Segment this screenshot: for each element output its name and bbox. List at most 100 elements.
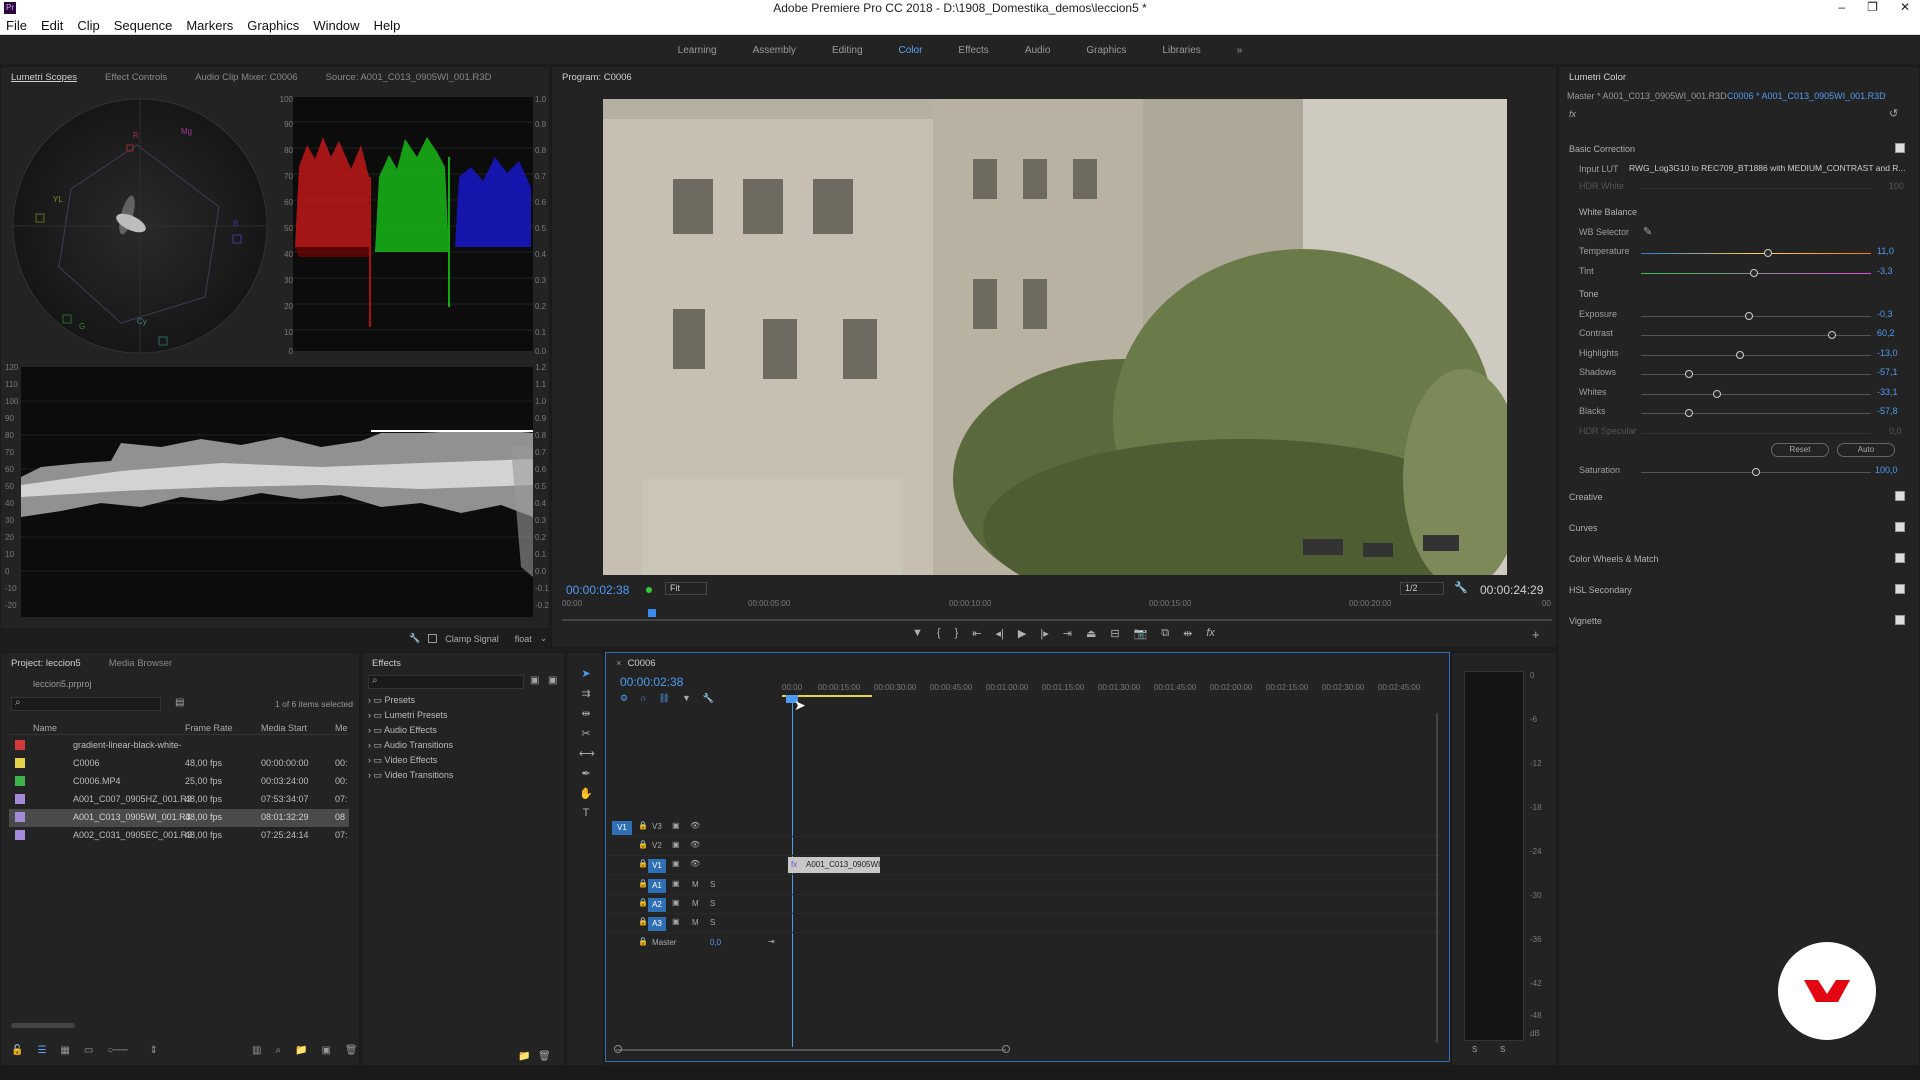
color-wheels-header[interactable]: Color Wheels & Match xyxy=(1569,554,1659,564)
contrast-knob[interactable] xyxy=(1827,331,1836,339)
zoom-scrollbar[interactable] xyxy=(562,619,1552,621)
tab-sequence[interactable]: C0006 xyxy=(628,658,656,669)
timeline-timecode[interactable]: 00:00:02:38 xyxy=(620,675,683,689)
close-icon[interactable]: ✕ xyxy=(1900,0,1910,14)
menu-window[interactable]: Window xyxy=(313,18,359,33)
track-label[interactable]: A3 xyxy=(648,917,666,931)
new-bin-icon[interactable]: ▤ xyxy=(175,697,184,708)
track-label[interactable]: V2 xyxy=(652,841,662,850)
new-item-icon[interactable]: ▣ xyxy=(321,1045,330,1056)
whites-value[interactable]: -33,1 xyxy=(1877,387,1898,397)
tab-source[interactable]: Source: A001_C013_0905WI_001.R3D xyxy=(326,72,492,83)
freeform-view-icon[interactable]: ▭ xyxy=(84,1045,93,1056)
tab-project[interactable]: Project: leccion5 xyxy=(11,658,81,669)
eye-icon[interactable]: 👁 xyxy=(690,859,700,868)
restore-icon[interactable]: ❐ xyxy=(1867,0,1878,14)
yuv-effects-icon[interactable]: ▣ xyxy=(548,675,557,686)
master-value[interactable]: 0,0 xyxy=(710,938,721,947)
go-to-end-icon[interactable]: ⇥ xyxy=(768,937,775,946)
tint-value[interactable]: -3,3 xyxy=(1877,266,1893,276)
add-marker-icon[interactable]: ▼ xyxy=(682,693,691,704)
column-media-end[interactable]: Me xyxy=(335,723,348,733)
menu-file[interactable]: File xyxy=(6,18,27,33)
highlights-value[interactable]: -13,0 xyxy=(1877,348,1898,358)
sort-icon[interactable]: ⇕ xyxy=(150,1045,158,1056)
mark-out-icon[interactable]: } xyxy=(955,627,959,640)
table-row[interactable]: A002_C031_0905EC_001.R3 48,00 fps 07:25:… xyxy=(9,827,349,845)
nest-icon[interactable]: ⚙ xyxy=(620,693,628,704)
hsl-secondary-header[interactable]: HSL Secondary xyxy=(1569,585,1632,595)
creative-enable-checkbox[interactable] xyxy=(1895,491,1905,501)
more-workspaces-icon[interactable]: » xyxy=(1237,45,1243,56)
lock-icon[interactable]: 🔒 xyxy=(638,898,648,907)
tint-slider[interactable] xyxy=(1641,269,1871,277)
temperature-slider[interactable] xyxy=(1641,249,1871,257)
lock-icon[interactable]: 🔒 xyxy=(638,937,648,946)
chevron-down-icon[interactable]: ⌄ xyxy=(540,633,548,644)
export-frame-icon[interactable]: 📷 xyxy=(1134,627,1148,640)
contrast-value[interactable]: 60,2 xyxy=(1877,328,1895,338)
reset-all-icon[interactable]: ↺ xyxy=(1889,107,1898,120)
basic-correction-enable-checkbox[interactable] xyxy=(1895,143,1905,153)
new-bin-footer-icon[interactable]: 📁 xyxy=(295,1045,307,1056)
lock-icon[interactable]: 🔒 xyxy=(638,821,648,830)
sync-lock-icon[interactable]: ▣ xyxy=(672,879,680,888)
column-name[interactable]: Name xyxy=(33,723,57,733)
clamp-signal-checkbox[interactable] xyxy=(428,634,438,643)
lock-icon[interactable]: 🔓 xyxy=(11,1045,23,1056)
label-color-chip[interactable] xyxy=(15,794,25,804)
table-row[interactable]: C0006.MP4 25,00 fps 00:03:24:00 00: xyxy=(9,773,349,791)
lift-icon[interactable]: ⏏ xyxy=(1086,627,1096,640)
list-view-icon[interactable]: ☰ xyxy=(37,1045,46,1056)
tab-program[interactable]: Program: C0006 xyxy=(562,72,632,83)
list-item[interactable]: › ▭ Video Transitions xyxy=(368,770,453,785)
add-marker-icon[interactable]: ▼ xyxy=(912,627,923,640)
eye-icon[interactable]: 👁 xyxy=(690,840,700,849)
curves-header[interactable]: Curves xyxy=(1569,523,1598,533)
workspace-graphics[interactable]: Graphics xyxy=(1086,45,1126,56)
highlights-slider[interactable] xyxy=(1641,351,1871,359)
pen-tool-icon[interactable]: ✒ xyxy=(579,767,593,781)
label-color-chip[interactable] xyxy=(15,830,25,840)
type-tool-icon[interactable]: T xyxy=(579,807,593,821)
shadows-knob[interactable] xyxy=(1685,370,1694,378)
vignette-enable-checkbox[interactable] xyxy=(1895,615,1905,625)
scroll-start-handle[interactable] xyxy=(614,1045,622,1053)
saturation-value[interactable]: 100,0 xyxy=(1875,465,1898,475)
list-item[interactable]: › ▭ Lumetri Presets xyxy=(368,710,453,725)
menu-sequence[interactable]: Sequence xyxy=(114,18,173,33)
trash-icon[interactable]: 🗑 xyxy=(345,1045,358,1056)
table-row[interactable]: C0006 48,00 fps 00:00:00:00 00: xyxy=(9,755,349,773)
workspace-color[interactable]: Color xyxy=(899,45,923,56)
exposure-knob[interactable] xyxy=(1745,312,1754,320)
timeline-clip[interactable]: fx A001_C013_0905WI_001 xyxy=(788,857,880,873)
program-ruler[interactable]: 00:00 00:00:05:00 00:00:10:00 00:00:15:0… xyxy=(562,599,1552,625)
workspace-learning[interactable]: Learning xyxy=(678,45,717,56)
tint-knob[interactable] xyxy=(1749,269,1758,277)
ripple-edit-tool-icon[interactable]: ⇹ xyxy=(579,707,593,721)
exposure-slider[interactable] xyxy=(1641,312,1871,320)
settings-wrench-icon[interactable]: 🔧 xyxy=(1454,581,1468,594)
solo-button[interactable]: S xyxy=(710,899,715,908)
column-frame-rate[interactable]: Frame Rate xyxy=(185,723,233,733)
workspace-editing[interactable]: Editing xyxy=(832,45,863,56)
track-select-tool-icon[interactable]: ⇉ xyxy=(579,687,593,701)
auto-button[interactable]: Auto xyxy=(1837,443,1895,457)
timeline-vertical-scrollbar[interactable] xyxy=(1436,713,1438,1043)
fit-dropdown[interactable]: Fit xyxy=(665,582,707,595)
float-dropdown[interactable]: float xyxy=(515,634,532,644)
color-wheels-enable-checkbox[interactable] xyxy=(1895,553,1905,563)
tab-lumetri-scopes[interactable]: Lumetri Scopes xyxy=(11,72,77,83)
mark-in-icon[interactable]: { xyxy=(937,627,941,640)
shadows-slider[interactable] xyxy=(1641,370,1871,378)
tab-effects[interactable]: Effects xyxy=(372,658,401,669)
program-timecode[interactable]: 00:00:02:38 xyxy=(566,583,629,597)
solo-left-button[interactable]: S xyxy=(1472,1045,1477,1054)
whites-slider[interactable] xyxy=(1641,390,1871,398)
mute-button[interactable]: M xyxy=(692,918,699,927)
delete-custom-item-icon[interactable]: 🗑 xyxy=(538,1051,551,1062)
table-row[interactable]: A001_C007_0905HZ_001.R3 48,00 fps 07:53:… xyxy=(9,791,349,809)
mute-button[interactable]: M xyxy=(692,899,699,908)
saturation-slider[interactable] xyxy=(1641,468,1871,476)
tab-audio-clip-mixer[interactable]: Audio Clip Mixer: C0006 xyxy=(195,72,297,83)
